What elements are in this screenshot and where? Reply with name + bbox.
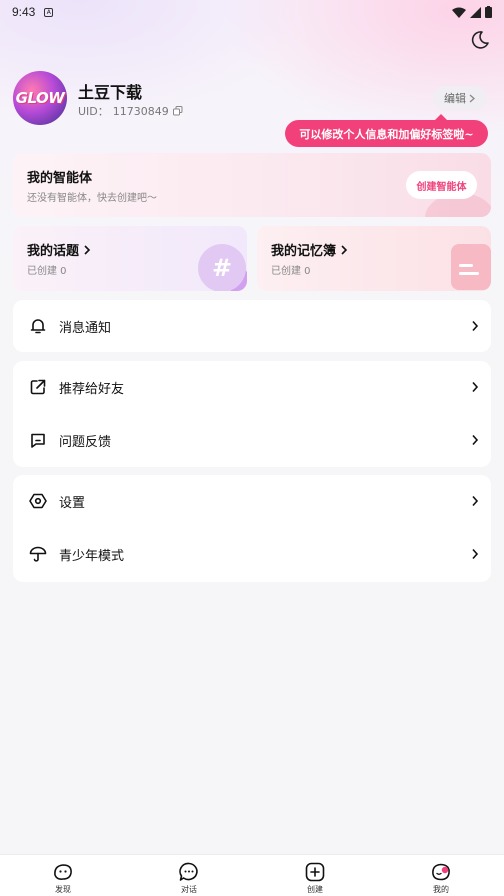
uid-value: 11730849 [112, 104, 169, 118]
share-icon [30, 379, 46, 395]
memory-count: 已创建 0 [271, 266, 311, 277]
settings-label: 设置 [59, 495, 86, 511]
bell-icon [30, 319, 46, 334]
chevron-right-icon [472, 548, 479, 560]
menu-group-share: 推荐给好友 问题反馈 [13, 361, 491, 467]
hashtag-icon: # [198, 244, 246, 291]
menu-item-settings[interactable]: 设置 [13, 475, 491, 527]
notebook-icon [451, 244, 491, 290]
feedback-icon [31, 433, 45, 448]
status-icons [452, 6, 492, 18]
menu-group-settings: 设置 青少年模式 [13, 475, 491, 582]
signal-icon [470, 6, 481, 18]
my-agent-card[interactable]: 我的智能体 还没有智能体，快去创建吧～ 创建智能体 [13, 153, 491, 217]
my-topics-card[interactable]: 我的话题 已创建 0 # [13, 226, 247, 291]
chevron-right-icon [469, 94, 475, 102]
profile-icon [432, 863, 450, 881]
umbrella-icon [29, 546, 47, 562]
topics-title: 我的话题 [27, 244, 80, 259]
my-memory-book-card[interactable]: 我的记忆簿 已创建 0 [257, 226, 491, 291]
avatar[interactable]: GLOW [13, 71, 67, 125]
chevron-right-icon [472, 495, 479, 507]
dark-mode-moon-icon[interactable] [469, 29, 491, 51]
menu-item-notifications[interactable]: 消息通知 [13, 300, 491, 352]
youth-mode-label: 青少年模式 [59, 548, 125, 564]
wifi-icon [452, 7, 466, 18]
menu-item-youth-mode[interactable]: 青少年模式 [13, 528, 491, 580]
nav-profile[interactable]: 我的 [378, 855, 504, 896]
uid-label: UID： [78, 105, 109, 118]
memory-title-row: 我的记忆簿 [271, 240, 348, 259]
nav-discover-label: 发现 [55, 885, 71, 894]
avatar-logo-text: GLOW [15, 89, 65, 107]
username: 土豆下载 [78, 83, 143, 102]
hashtag-glyph: # [211, 254, 233, 282]
menu-item-feedback[interactable]: 问题反馈 [13, 414, 491, 466]
recommend-label: 推荐给好友 [59, 381, 125, 397]
notification-badge-icon: A [44, 7, 54, 17]
menu-group-notifications: 消息通知 [13, 300, 491, 352]
nav-profile-label: 我的 [433, 885, 449, 894]
notifications-label: 消息通知 [59, 320, 112, 336]
uid-row: UID： 11730849 [78, 103, 183, 119]
tooltip-text: 可以修改个人信息和加偏好标签啦~ [299, 127, 474, 141]
settings-hexagon-icon [29, 493, 47, 509]
chevron-right-icon [84, 244, 91, 255]
status-bar: 9:43 A [0, 0, 504, 24]
create-agent-button[interactable]: 创建智能体 [406, 171, 477, 199]
chevron-right-icon [472, 381, 479, 393]
topics-title-row: 我的话题 [27, 240, 91, 259]
discover-icon [54, 864, 72, 880]
nav-chat[interactable]: 对话 [126, 855, 252, 896]
create-icon [305, 862, 325, 882]
chat-icon [179, 862, 198, 881]
chevron-right-icon [472, 320, 479, 332]
profile-tip-tooltip: 可以修改个人信息和加偏好标签啦~ [285, 114, 488, 147]
chevron-right-icon [341, 244, 348, 255]
copy-icon[interactable] [172, 106, 183, 116]
nav-chat-label: 对话 [181, 885, 197, 894]
topics-count: 已创建 0 [27, 266, 67, 277]
nav-create[interactable]: 创建 [252, 855, 378, 896]
edit-profile-button[interactable]: 编辑 [433, 86, 487, 110]
agent-card-subtitle: 还没有智能体，快去创建吧～ [27, 193, 157, 204]
battery-icon [485, 6, 492, 18]
edit-label: 编辑 [444, 92, 466, 105]
nav-create-label: 创建 [307, 885, 323, 894]
feedback-label: 问题反馈 [59, 434, 112, 450]
chevron-right-icon [472, 434, 479, 446]
memory-title: 我的记忆簿 [271, 244, 337, 259]
bottom-nav: 发现 对话 创建 我的 [0, 854, 504, 896]
agent-card-title: 我的智能体 [27, 171, 93, 186]
nav-discover[interactable]: 发现 [0, 855, 126, 896]
menu-item-recommend[interactable]: 推荐给好友 [13, 361, 491, 413]
status-time: 9:43 [12, 5, 36, 19]
